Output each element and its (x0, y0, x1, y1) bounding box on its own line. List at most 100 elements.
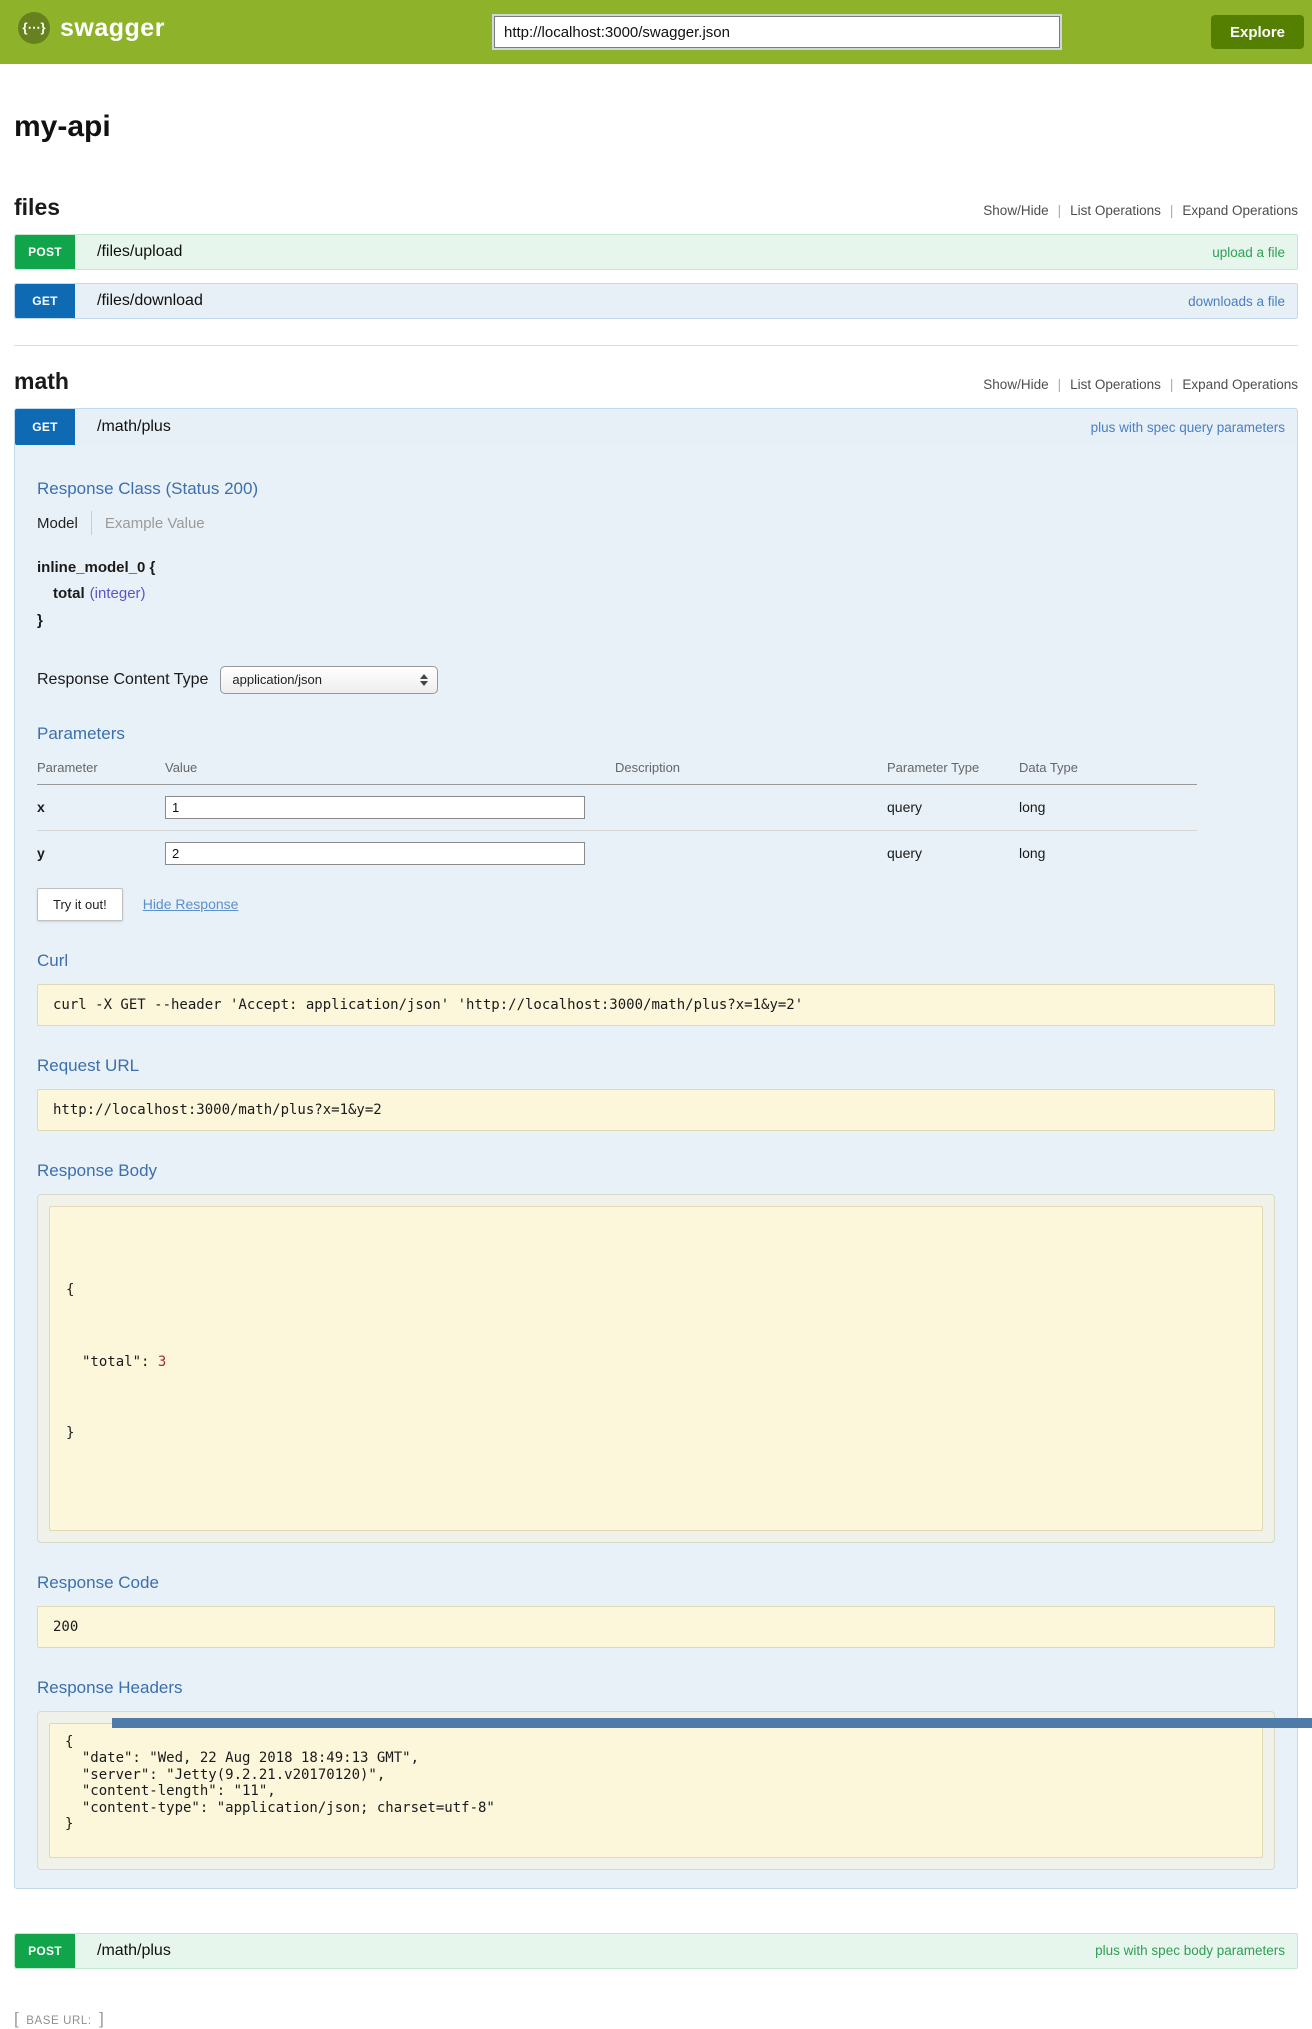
bracket-close: ] (99, 2009, 104, 2028)
list-operations-link[interactable]: List Operations (1070, 377, 1161, 392)
method-badge-post[interactable]: POST (15, 1934, 75, 1968)
property-type: (integer) (90, 585, 146, 602)
section-math: math Show/Hide|List Operations|Expand Op… (14, 368, 1298, 1969)
operation-path[interactable]: /files/download (97, 292, 203, 310)
operation-row[interactable]: POST /files/upload upload a file (14, 234, 1298, 270)
model-close: } (37, 608, 1285, 634)
col-description: Description (615, 754, 887, 785)
operation-summary[interactable]: downloads a file (1188, 294, 1285, 309)
parameter-description (615, 830, 887, 876)
operation-row[interactable]: POST /math/plus plus with spec body para… (14, 1933, 1298, 1969)
response-content-type-label: Response Content Type (37, 671, 208, 689)
list-operations-link[interactable]: List Operations (1070, 203, 1161, 218)
parameters-table: Parameter Value Description Parameter Ty… (37, 754, 1197, 876)
operation-get-files-download: GET /files/download downloads a file (14, 283, 1298, 319)
parameter-y-input[interactable] (165, 842, 585, 865)
json-total-line: "total": 3 (66, 1351, 1246, 1375)
col-parameter: Parameter (37, 754, 165, 785)
select-arrows-icon (420, 674, 428, 686)
explore-button[interactable]: Explore (1211, 15, 1304, 49)
hide-response-link[interactable]: Hide Response (143, 896, 239, 912)
show-hide-link[interactable]: Show/Hide (983, 377, 1048, 392)
model-signature: inline_model_0 { total (integer) } (37, 555, 1285, 634)
response-body-heading: Response Body (37, 1161, 1285, 1181)
col-data-type: Data Type (1019, 754, 1197, 785)
curl-command: curl -X GET --header 'Accept: applicatio… (37, 984, 1275, 1026)
operation-summary[interactable]: plus with spec query parameters (1091, 420, 1285, 435)
section-files: files Show/Hide|List Operations|Expand O… (14, 194, 1298, 319)
expand-operations-link[interactable]: Expand Operations (1182, 377, 1298, 392)
base-url-footer: [ BASE URL: ] (14, 2009, 1298, 2029)
parameter-description (615, 784, 887, 830)
section-files-title: files (14, 194, 60, 221)
method-badge-get[interactable]: GET (15, 409, 75, 445)
operation-row[interactable]: GET /files/download downloads a file (14, 283, 1298, 319)
parameter-data-type: long (1019, 784, 1197, 830)
model-property: total (integer) (37, 581, 1285, 607)
json-number-value: 3 (158, 1354, 166, 1370)
col-value: Value (165, 754, 615, 785)
swagger-logo-icon: {⋯} (18, 12, 50, 44)
operation-get-math-plus: GET /math/plus plus with spec query para… (14, 408, 1298, 1889)
main-content: my-api files Show/Hide | List Operations | E… (14, 110, 1298, 2029)
request-url-value: http://localhost:3000/math/plus?x=1&y=2 (37, 1089, 1275, 1131)
operation-path[interactable]: /files/upload (97, 243, 182, 261)
operation-path[interactable]: /math/plus (97, 418, 171, 436)
parameters-heading: Parameters (37, 724, 1285, 744)
top-bar: {⋯} swagger Explore (0, 0, 1312, 64)
tab-model[interactable]: Model (37, 515, 78, 532)
response-code-value: 200 (37, 1606, 1275, 1648)
parameter-name: x (37, 784, 165, 830)
tab-divider (91, 511, 92, 535)
section-files-controls: Show/Hide|List Operations|Expand Operati… (983, 203, 1298, 218)
model-open: inline_model_0 { (37, 555, 1285, 581)
method-badge-get[interactable]: GET (15, 284, 75, 318)
selected-content-type: application/json (232, 672, 322, 687)
parameter-x-input[interactable] (165, 796, 585, 819)
spec-url-input[interactable] (494, 16, 1060, 48)
expand-operations-link[interactable]: Expand Operations (1182, 203, 1298, 218)
bracket-open: [ (14, 2009, 19, 2028)
property-name: total (53, 585, 85, 602)
curl-heading: Curl (37, 951, 1285, 971)
parameter-name: y (37, 830, 165, 876)
separator: | (1170, 377, 1174, 392)
response-headers-container: { "date": "Wed, 22 Aug 2018 18:49:13 GMT… (37, 1711, 1275, 1870)
section-math-title: math (14, 368, 69, 395)
response-code-heading: Response Code (37, 1573, 1285, 1593)
show-hide-link[interactable]: Show/Hide (983, 203, 1048, 218)
operation-post-math-plus: POST /math/plus plus with spec body para… (14, 1933, 1298, 1969)
request-url-heading: Request URL (37, 1056, 1285, 1076)
operation-summary[interactable]: plus with spec body parameters (1095, 1943, 1285, 1958)
parameters-header-row: Parameter Value Description Parameter Ty… (37, 754, 1197, 785)
response-class-heading: Response Class (Status 200) (37, 479, 1285, 499)
json-key: "total": (82, 1354, 149, 1370)
operation-detail-panel: Response Class (Status 200) Model Exampl… (15, 445, 1297, 1888)
response-content-type-select[interactable]: application/json (220, 666, 438, 694)
try-it-out-button[interactable]: Try it out! (37, 888, 123, 921)
operation-path[interactable]: /math/plus (97, 1942, 171, 1960)
section-divider (14, 345, 1298, 346)
page-title: my-api (14, 110, 1298, 144)
operation-post-files-upload: POST /files/upload upload a file (14, 234, 1298, 270)
parameter-type: query (887, 784, 1019, 830)
response-headers-value: { "date": "Wed, 22 Aug 2018 18:49:13 GMT… (49, 1723, 1263, 1858)
operation-row[interactable]: GET /math/plus plus with spec query para… (15, 409, 1297, 445)
base-url-label: BASE URL: (26, 2015, 91, 2027)
bottom-blue-bar (112, 1718, 1312, 1728)
parameter-type: query (887, 830, 1019, 876)
tab-example-value[interactable]: Example Value (105, 515, 205, 532)
response-content-type-row: Response Content Type application/json (37, 666, 1285, 694)
separator: | (1170, 203, 1174, 218)
model-tabs: Model Example Value (37, 511, 1285, 535)
json-open-brace: { (66, 1279, 1246, 1303)
parameter-row-y: y query long (37, 830, 1197, 876)
json-close-brace: } (66, 1422, 1246, 1446)
response-body-container: { "total": 3 } (37, 1194, 1275, 1543)
method-badge-post[interactable]: POST (15, 235, 75, 269)
swagger-logo[interactable]: {⋯} swagger (18, 12, 165, 44)
response-body-value: { "total": 3 } (49, 1206, 1263, 1531)
operation-summary[interactable]: upload a file (1212, 245, 1285, 260)
parameter-row-x: x query long (37, 784, 1197, 830)
swagger-brand-text: swagger (60, 14, 165, 43)
